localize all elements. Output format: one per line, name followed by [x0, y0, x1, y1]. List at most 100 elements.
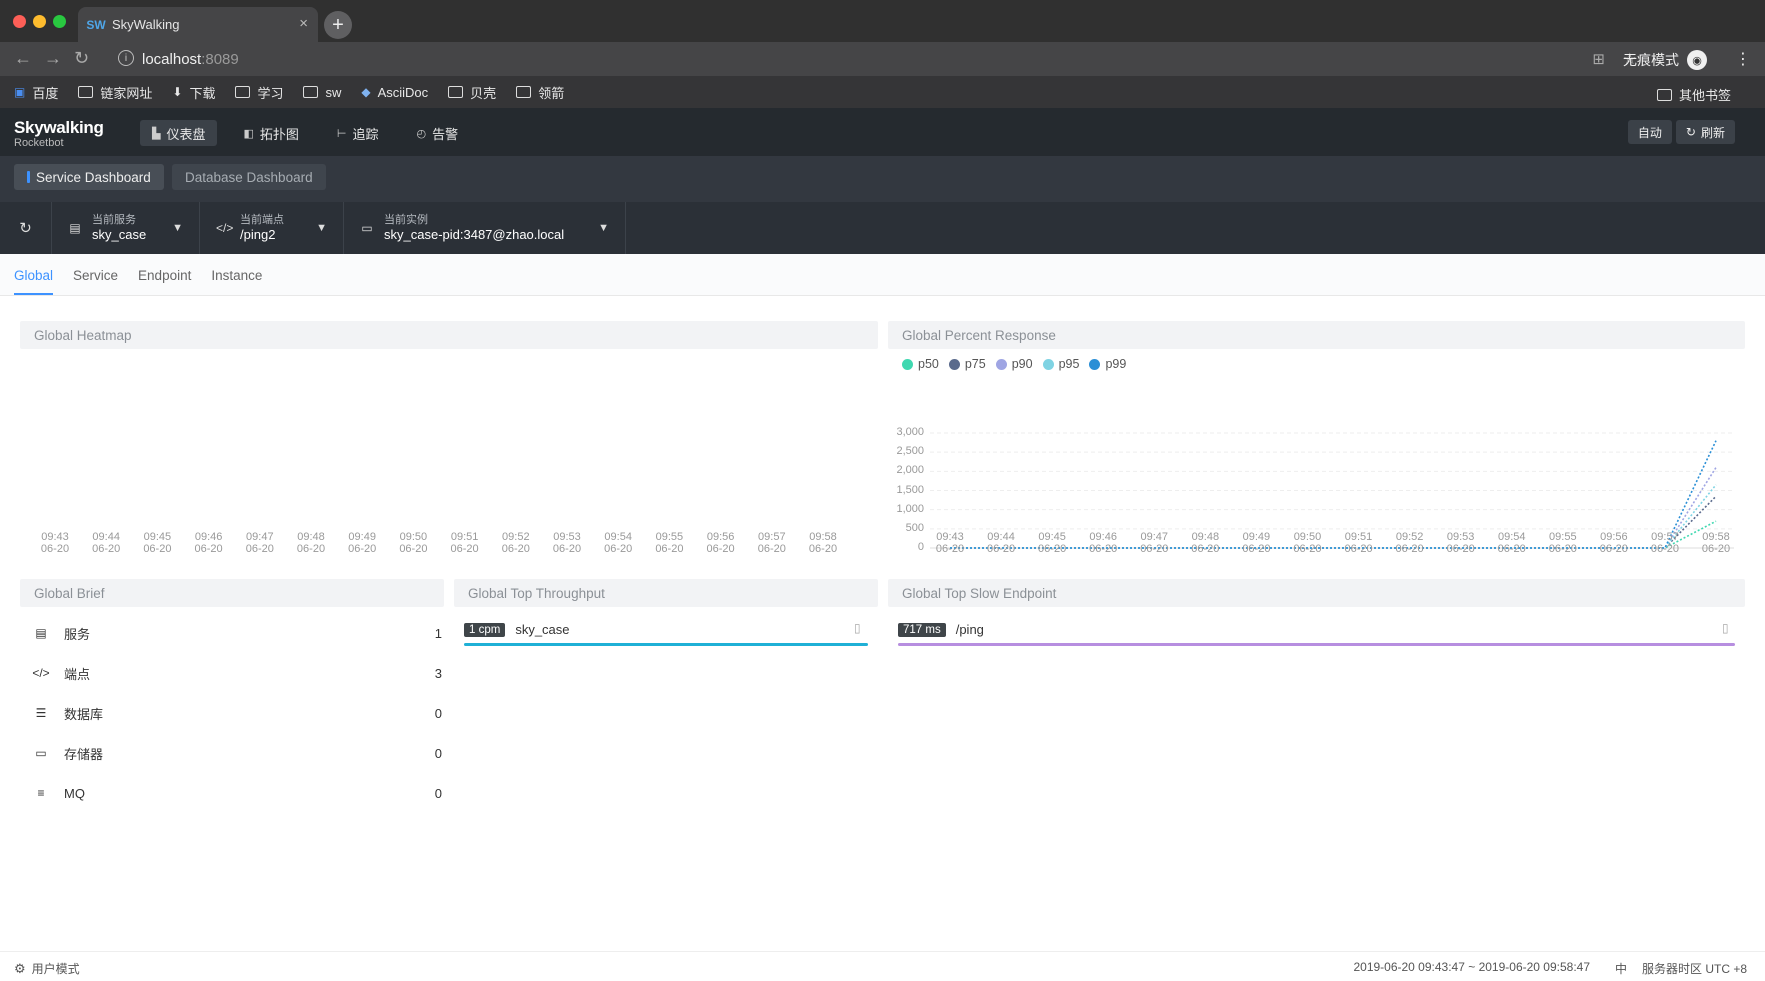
brief-row: ☰ 数据库 0: [20, 703, 454, 723]
back-icon[interactable]: ←: [14, 48, 32, 69]
copy-icon[interactable]: ▯: [1722, 621, 1729, 635]
dashboard-icon: ▙: [152, 127, 161, 140]
minimize-window-button[interactable]: [33, 15, 46, 28]
brief-value: 0: [434, 785, 442, 801]
brief-row: ▭ 存储器 0: [20, 743, 454, 763]
address-bar-row: ← → ↻ i localhost:8089 ⊞ ☆ 无痕模式 ◉ ⋮: [0, 42, 1765, 76]
bookmark-item[interactable]: ▣ 百度: [14, 83, 58, 102]
top-nav: ▙ 仪表盘 ◧ 拓扑图 ⊢ 追踪 ◴ 告警: [140, 120, 484, 146]
brief-label: 端点: [64, 666, 91, 682]
x-tick-label: 09:45 06-20: [1038, 531, 1067, 555]
close-tab-icon[interactable]: ×: [299, 15, 308, 32]
folder-icon: [78, 86, 94, 98]
instance-selector[interactable]: ▭ 当前实例 sky_case-pid:3487@zhao.local ▼: [344, 202, 626, 254]
service-selector-value: sky_case: [92, 227, 147, 242]
bookmarks-bar: ▣ 百度 链家网址 ⬇ 下载 学习 sw ◆ AsciiDoc 贝壳 领箭 其他书签: [0, 76, 1765, 108]
folder-icon: [1656, 88, 1672, 101]
incognito-indicator[interactable]: 无痕模式 ◉: [1623, 50, 1707, 70]
tab-database-dashboard[interactable]: Database Dashboard: [172, 164, 326, 190]
tab-global[interactable]: Global: [14, 268, 54, 295]
x-tick-label: 09:54 06-20: [1497, 531, 1526, 555]
heatmap-x-tick: 09:55 06-20: [655, 531, 684, 555]
reload-selectors-icon[interactable]: ↻: [0, 202, 52, 254]
dashboard-content: Global Heatmap 09:43 06-20 09:44 06-20 09:…: [0, 296, 1765, 951]
logo-title: Skywalking: [14, 118, 104, 137]
nav-trace[interactable]: ⊢ 追踪: [325, 120, 391, 146]
logo-subtitle: Rocketbot: [14, 137, 64, 149]
tab-instance[interactable]: Instance: [211, 268, 262, 295]
panel-title: Global Heatmap: [20, 321, 878, 349]
endpoint-icon: </>: [216, 221, 234, 235]
x-tick-label: 09:49 06-20: [1242, 531, 1271, 555]
browser-tab[interactable]: SW SkyWalking ×: [78, 7, 318, 42]
nav-alarm[interactable]: ◴ 告警: [405, 120, 471, 146]
tab-endpoint[interactable]: Endpoint: [138, 268, 191, 295]
heatmap-x-tick: 09:53 06-20: [552, 531, 582, 555]
url-field[interactable]: localhost:8089: [142, 51, 239, 68]
heatmap-x-tick: 09:43 06-20: [40, 531, 70, 555]
heatmap-x-tick: 09:48 06-20: [296, 531, 326, 555]
skywalking-favicon-icon: SW: [86, 17, 106, 32]
endpoint-selector-label: 当前端点: [240, 214, 284, 226]
user-mode-toggle[interactable]: ⚙ 用户模式: [14, 960, 80, 977]
brief-row: </> 端点 3: [20, 663, 454, 683]
service-selector[interactable]: ▤ 当前服务 sky_case ▼: [52, 202, 200, 254]
endpoint-selector[interactable]: </> 当前端点 /ping2 ▼: [200, 202, 344, 254]
dashboard-tabs: Service Dashboard Database Dashboard: [0, 156, 1765, 202]
bookmark-item[interactable]: 链家网址: [78, 83, 152, 102]
translate-icon[interactable]: ⊞: [1592, 50, 1605, 68]
throughput-item[interactable]: 1 cpm sky_case: [464, 622, 570, 637]
bookmark-item[interactable]: 贝壳: [448, 83, 496, 102]
x-tick-label: 09:47 06-20: [1140, 531, 1169, 555]
brief-value: 0: [434, 705, 442, 721]
brief-label: MQ: [64, 785, 85, 801]
global-brief-panel: Global Brief ▤ 服务 1 </> 端点 3 ☰ 数据库 0 ▭ 存储器 0 ≡ MQ 0: [20, 579, 444, 819]
bookmark-item[interactable]: sw: [303, 85, 341, 100]
brief-row: ▤ 服务 1: [20, 623, 454, 643]
refresh-button[interactable]: ↻ 刷新: [1675, 120, 1735, 144]
heatmap-x-tick: 09:52 06-20: [501, 531, 530, 555]
heatmap-x-tick: 09:57 06-20: [757, 531, 786, 555]
server-timezone: 服务器时区 UTC +8: [1641, 962, 1747, 976]
alarm-icon: ◴: [416, 127, 427, 140]
instance-selector-value: sky_case-pid:3487@zhao.local: [384, 227, 565, 242]
y-tick-label: 0: [917, 541, 924, 553]
bookmark-item[interactable]: 领箭: [516, 83, 564, 102]
slow-endpoint-item[interactable]: 717 ms /ping: [898, 622, 984, 637]
asciidoc-icon: ◆: [361, 85, 371, 99]
skywalking-logo[interactable]: Skywalking Rocketbot: [14, 118, 104, 149]
reload-icon[interactable]: ↻: [74, 48, 89, 69]
heatmap-x-tick: 09:45 06-20: [143, 531, 172, 555]
browser-menu-icon[interactable]: ⋮: [1735, 49, 1751, 69]
service-icon: ▤: [35, 626, 47, 640]
tab-service-dashboard[interactable]: Service Dashboard: [14, 164, 164, 190]
chevron-down-icon: ▼: [172, 222, 183, 234]
service-selector-label: 当前服务: [92, 214, 136, 226]
tab-service[interactable]: Service: [73, 268, 118, 295]
slow-endpoint-name: /ping: [955, 622, 984, 637]
close-window-button[interactable]: [13, 15, 26, 28]
panel-title: Global Top Throughput: [454, 579, 878, 607]
storage-icon: ▭: [35, 746, 47, 760]
bookmark-item[interactable]: ◆ AsciiDoc: [361, 85, 428, 100]
copy-icon[interactable]: ▯: [854, 621, 861, 635]
time-range[interactable]: 2019-06-20 09:43:47 ~ 2019-06-20 09:58:4…: [1353, 960, 1590, 974]
brief-value: 3: [434, 665, 442, 681]
bookmark-item[interactable]: ⬇ 下载: [172, 83, 215, 102]
nav-topology[interactable]: ◧ 拓扑图: [231, 120, 310, 146]
other-bookmarks[interactable]: 其他书签: [1656, 85, 1731, 104]
forward-icon[interactable]: →: [44, 48, 62, 69]
throughput-badge: 1 cpm: [464, 622, 506, 637]
nav-dashboard[interactable]: ▙ 仪表盘: [140, 120, 218, 146]
site-info-icon[interactable]: i: [118, 50, 134, 66]
maximize-window-button[interactable]: [53, 15, 66, 28]
language-switch[interactable]: 中: [1615, 960, 1627, 977]
heatmap-x-tick: 09:50 06-20: [399, 531, 428, 555]
new-tab-button[interactable]: +: [324, 11, 352, 39]
throughput-service-name: sky_case: [515, 622, 570, 637]
browser-tab-strip: SW SkyWalking × +: [0, 0, 1765, 42]
service-icon: ▤: [69, 221, 81, 235]
bookmark-item[interactable]: 学习: [235, 83, 283, 102]
auto-refresh-button[interactable]: 自动: [1627, 120, 1672, 144]
x-tick-label: 09:55 06-20: [1548, 531, 1577, 555]
